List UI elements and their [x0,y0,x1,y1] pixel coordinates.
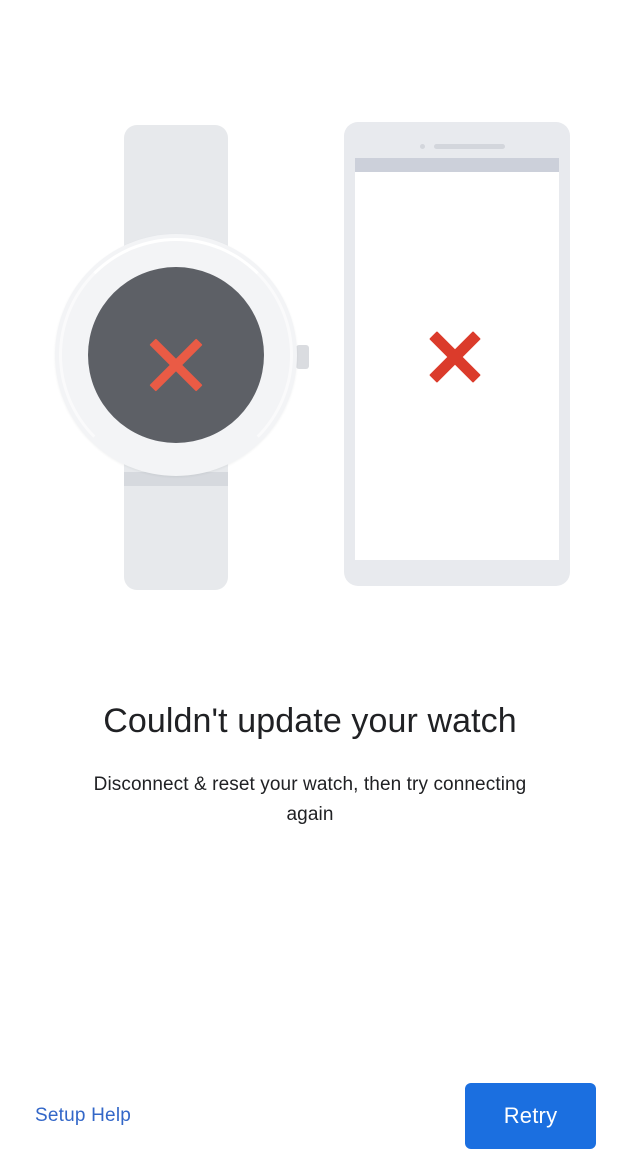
page-title: Couldn't update your watch [103,702,517,740]
setup-help-link[interactable]: Setup Help [35,1097,131,1135]
title-spacer [0,742,620,770]
camera-dot-icon [420,144,425,149]
watch-x-mark-icon [143,332,209,398]
page-subtitle: Disconnect & reset your watch, then try … [93,774,527,825]
phone-status-bar [355,158,559,172]
watch-crown-button [296,345,309,369]
watch-update-failed-screen: Couldn't update your watch Disconnect & … [0,0,620,1176]
action-bar: Setup Help Retry [0,1066,620,1176]
speaker-slot-icon [434,144,505,149]
retry-button[interactable]: Retry [465,1083,596,1149]
phone-error-icon [344,122,570,586]
message-block: Couldn't update your watch Disconnect & … [0,700,620,830]
watch-error-icon [55,120,315,600]
phone-x-mark-icon [424,326,486,388]
watch-phone-error-illustration [0,0,620,640]
